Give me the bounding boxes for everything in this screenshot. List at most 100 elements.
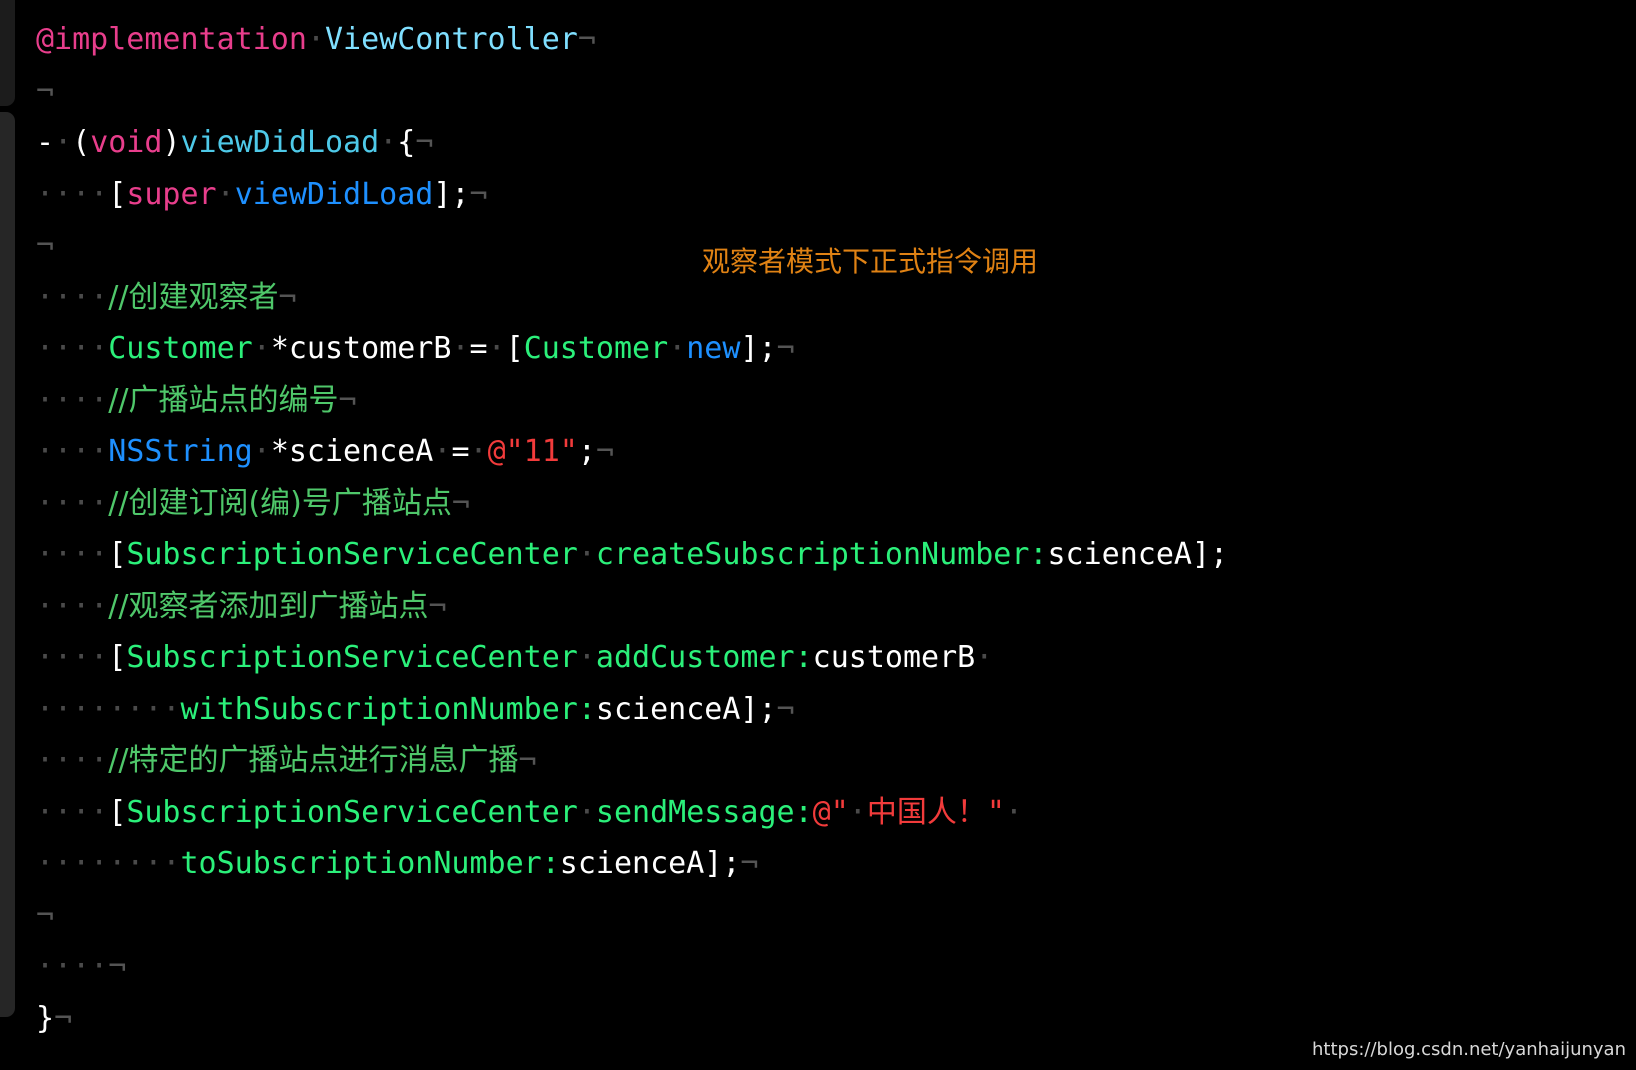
code-token-plain: ;	[577, 434, 596, 469]
code-token-plain: customerB	[812, 640, 976, 675]
code-token-blue: new	[686, 331, 741, 366]
code-token-dot: ·	[216, 176, 235, 212]
code-token-dot: ·	[668, 331, 687, 366]
code-token-plain: -	[36, 125, 55, 160]
code-token-key: void	[90, 125, 163, 160]
code-line: }¬	[36, 993, 1632, 1045]
code-token-dot: ····	[36, 640, 109, 675]
code-token-string: @"	[812, 794, 849, 830]
annotation-label: 观察者模式下正式指令调用	[702, 245, 1039, 278]
code-token-selector: viewDidLoad	[180, 125, 380, 160]
code-token-plain: [	[108, 640, 127, 675]
code-token-dot: ·	[1004, 794, 1023, 830]
code-line: ····//观察者添加到广播站点¬	[36, 581, 1632, 633]
code-token-blue: NSString	[108, 434, 253, 469]
code-token-invisible: ¬	[108, 949, 127, 984]
code-token-class: addCustomer:	[595, 640, 813, 675]
code-token-invisible: ¬	[36, 228, 55, 263]
code-token-dot: ·	[469, 434, 488, 469]
code-token-class: SubscriptionServiceCenter	[126, 794, 578, 830]
code-token-invisible: ¬	[776, 331, 795, 366]
code-line: -·(void)viewDidLoad·{¬	[36, 117, 1632, 169]
code-token-plain: scienceA];	[1047, 537, 1229, 572]
code-token-plain: scienceA];	[595, 691, 777, 727]
code-line: ····//广播站点的编号¬	[36, 375, 1632, 427]
code-token-dot: ····	[36, 794, 109, 830]
code-line: ····[SubscriptionServiceCenter·addCustom…	[36, 632, 1632, 684]
code-line: ····¬	[36, 941, 1632, 993]
code-token-key: super	[126, 176, 217, 212]
code-token-class: sendMessage:	[595, 794, 813, 830]
code-token-invisible: ¬	[338, 382, 357, 418]
code-editor-window: @implementation·ViewController¬ ¬ -·(void)…	[0, 0, 1636, 1070]
code-token-comment: //观察者添加到广播站点	[108, 588, 429, 624]
code-token-invisible: ¬	[469, 176, 488, 212]
code-token-dot: ·	[848, 794, 867, 830]
code-token-class: Customer	[523, 331, 669, 366]
code-line: ····[SubscriptionServiceCenter·sendMessa…	[36, 787, 1632, 839]
code-token-plain: *scienceA	[270, 434, 434, 469]
code-token-dot: ····	[36, 279, 109, 315]
code-token-invisible: ¬	[36, 897, 55, 933]
code-token-plain: *customerB	[270, 331, 452, 366]
code-token-dot: ····	[36, 485, 109, 521]
code-token-class: SubscriptionServiceCenter	[126, 640, 578, 675]
code-token-dot: ·	[577, 794, 596, 830]
code-token-dot: ·	[577, 640, 596, 675]
code-token-plain: [	[108, 537, 127, 572]
code-token-dot: ·	[54, 125, 73, 160]
code-token-invisible: ¬	[36, 73, 55, 109]
code-line: ····[SubscriptionServiceCenter·createSub…	[36, 529, 1632, 581]
code-token-comment: //创建订阅(编)号广播站点	[108, 485, 452, 521]
code-token-class: SubscriptionServiceCenter	[126, 537, 578, 572]
code-token-dot: ····	[36, 743, 109, 778]
code-token-plain: =	[451, 434, 470, 469]
editor-scrollbar-strip[interactable]	[0, 112, 15, 1017]
code-token-class: withSubscriptionNumber:	[180, 691, 596, 727]
code-token-invisible: ¬	[428, 588, 447, 624]
code-line: ····[super·viewDidLoad];¬	[36, 169, 1632, 221]
code-token-class: Customer	[108, 331, 253, 366]
code-line: ¬	[36, 66, 1632, 118]
code-token-class: createSubscriptionNumber:	[595, 537, 1048, 572]
code-token-dot: ····	[36, 176, 109, 212]
code-token-string: 中国人！	[866, 794, 987, 830]
code-token-dot: ····	[36, 537, 109, 572]
code-token-invisible: ¬	[577, 22, 596, 57]
code-line: ····Customer·*customerB·=·[Customer·new]…	[36, 323, 1632, 375]
code-token-invisible: ¬	[776, 691, 795, 727]
code-token-dot: ·	[451, 331, 470, 366]
code-token-dot: ·	[577, 537, 596, 572]
code-text-area[interactable]: @implementation·ViewController¬ ¬ -·(void)…	[36, 14, 1632, 1044]
code-token-invisible: ¬	[278, 279, 297, 315]
code-token-plain: [	[108, 176, 127, 212]
code-token-dot: ·	[252, 434, 271, 469]
code-token-dot: ········	[36, 846, 181, 881]
code-line: ········withSubscriptionNumber:scienceA]…	[36, 684, 1632, 736]
code-token-dot: ········	[36, 691, 181, 727]
code-line: ········toSubscriptionNumber:scienceA];¬	[36, 838, 1632, 890]
code-line: ····//特定的广播站点进行消息广播¬	[36, 735, 1632, 787]
code-line: ····NSString·*scienceA·=·@"11";¬	[36, 426, 1632, 478]
code-token-plain: ];	[740, 331, 777, 366]
code-token-comment: //广播站点的编号	[108, 382, 339, 418]
code-token-plain: }	[36, 1000, 55, 1036]
code-token-plain: {	[397, 125, 416, 160]
code-line: @implementation·ViewController¬	[36, 14, 1632, 66]
code-token-plain: )	[162, 125, 181, 160]
code-token-blue: viewDidLoad	[234, 176, 434, 212]
editor-gutter-strip-top	[0, 0, 15, 106]
code-token-dot: ····	[36, 434, 109, 469]
code-token-invisible: ¬	[518, 743, 537, 778]
code-token-dot: ····	[36, 588, 109, 624]
code-token-dot: ·	[379, 125, 398, 160]
watermark-url: https://blog.csdn.net/yanhaijunyan	[1312, 1039, 1626, 1060]
code-token-dot: ····	[36, 382, 109, 418]
code-token-key: @implementation	[36, 22, 307, 57]
code-token-invisible: ¬	[451, 485, 470, 521]
code-token-dot: ·	[252, 331, 271, 366]
code-token-dot: ····	[36, 949, 109, 984]
code-token-dot: ·	[433, 434, 452, 469]
code-token-dot: ····	[36, 331, 109, 366]
code-token-invisible: ¬	[54, 1000, 73, 1036]
